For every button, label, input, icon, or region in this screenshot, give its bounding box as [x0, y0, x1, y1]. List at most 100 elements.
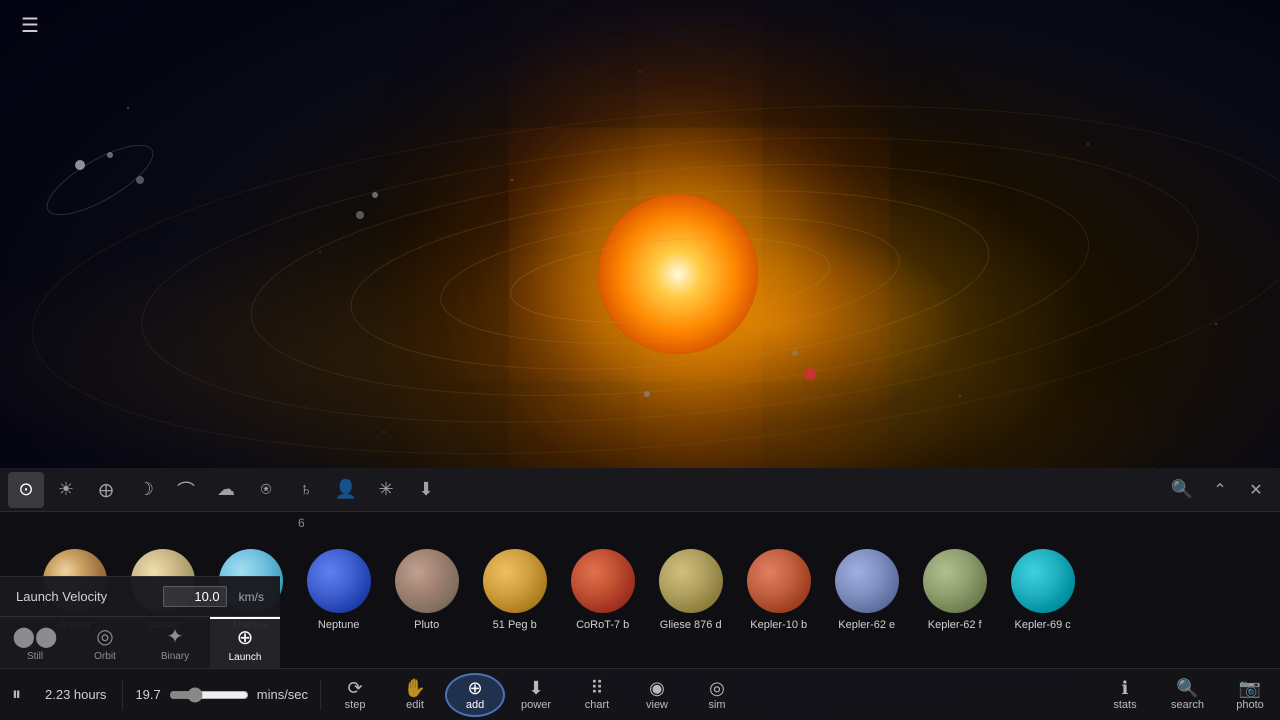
pause-button[interactable]: ⏸ [0, 684, 33, 705]
planet-item-kepler62e[interactable]: Kepler-62 e [823, 545, 911, 635]
tab-still-label: Still [27, 651, 43, 662]
planet-name-corot7b: CoRoT-7 b [576, 619, 629, 631]
planet-sphere-gliese876d [659, 549, 723, 613]
planet-item-kepler10b[interactable]: Kepler-10 b [735, 545, 823, 635]
btn-power[interactable]: ⬇ power [505, 675, 567, 715]
speed-unit: mins/sec [257, 687, 308, 702]
btn-step[interactable]: ⟳ step [325, 675, 385, 715]
edit-icon: ✋ [404, 679, 426, 697]
search-icon: 🔍 [1176, 679, 1198, 697]
view-icon: ◉ [649, 679, 665, 697]
planet-item-corot7b[interactable]: CoRoT-7 b [559, 545, 647, 635]
close-button[interactable]: ✕ [1240, 474, 1272, 506]
expand-button[interactable]: ⌃ [1204, 474, 1236, 506]
power-icon: ⬇ [528, 679, 543, 697]
obj-btn-planet[interactable]: ⊙ [8, 472, 44, 508]
btn-sim[interactable]: ◎ sim [687, 675, 747, 715]
search-label: search [1171, 699, 1204, 711]
planet-item-pluto[interactable]: Pluto [383, 545, 471, 635]
speed-slider[interactable] [169, 687, 249, 703]
planet-sphere-51pegb [483, 549, 547, 613]
planet-name-pluto: Pluto [414, 619, 439, 631]
launch-label: Launch Velocity [16, 589, 151, 604]
search-button-toolbar[interactable]: 🔍 [1164, 472, 1200, 508]
tab-binary[interactable]: ✦ Binary [140, 617, 210, 669]
planet-sphere-kepler62f [923, 549, 987, 613]
btn-view[interactable]: ◉ view [627, 675, 687, 715]
planet-name-51pegb: 51 Peg b [493, 619, 537, 631]
tab-launch[interactable]: ⊕ Launch [210, 617, 280, 669]
obj-btn-particle[interactable]: ✳ [368, 472, 404, 508]
separator-2 [320, 680, 321, 710]
obj-btn-spiral[interactable]: ⍟ [248, 472, 284, 508]
launch-panel: Launch Velocity km/s [0, 576, 280, 616]
planet-sphere-kepler69c [1011, 549, 1075, 613]
launch-icon: ⊕ [237, 625, 254, 650]
object-toolbar: ⊙ ☀ 🜨 ☽ ⌒ ☁ ⍟ ♄ 👤 ✳ ⬇ 🔍 ⌃ ✕ [0, 468, 1280, 512]
time-value: 2.23 hours [45, 687, 106, 702]
binary-icon: ✦ [167, 624, 184, 649]
sim-icon: ◎ [709, 679, 725, 697]
tab-launch-label: Launch [229, 652, 262, 663]
stats-label: stats [1113, 699, 1136, 711]
obj-btn-moon[interactable]: ☽ [128, 472, 164, 508]
planet-name-kepler62f: Kepler-62 f [928, 619, 982, 631]
obj-btn-comet[interactable]: ⌒ [168, 472, 204, 508]
obj-btn-cloud[interactable]: ☁ [208, 472, 244, 508]
btn-photo[interactable]: 📷 photo [1220, 675, 1280, 715]
chart-icon: ⠿ [590, 679, 603, 697]
planet-item-kepler62f[interactable]: Kepler-62 f [911, 545, 999, 635]
planet-item-kepler69c[interactable]: Kepler-69 c [999, 545, 1087, 635]
obj-btn-people[interactable]: 👤 [328, 472, 364, 508]
nav-tabs: ⬤⬤ Still ◎ Orbit ✦ Binary ⊕ Launch [0, 616, 280, 668]
planet-sphere-pluto [395, 549, 459, 613]
obj-btn-gravity[interactable]: ⬇ [408, 472, 444, 508]
edit-label: edit [406, 699, 424, 711]
btn-add[interactable]: ⊕ add [445, 673, 505, 717]
photo-icon: 📷 [1239, 679, 1261, 697]
planet-sphere-kepler62e [835, 549, 899, 613]
obj-btn-sun[interactable]: ☀ [48, 472, 84, 508]
planet-sphere-corot7b [571, 549, 635, 613]
view-label: view [646, 699, 668, 711]
planet-name-kepler62e: Kepler-62 e [838, 619, 895, 631]
planet-item-neptune[interactable]: Neptune [295, 545, 383, 635]
btn-chart[interactable]: ⠿ chart [567, 675, 627, 715]
menu-button[interactable]: ☰ [0, 0, 60, 50]
tab-orbit[interactable]: ◎ Orbit [70, 617, 140, 669]
power-label: power [521, 699, 551, 711]
stats-icon: ℹ [1122, 679, 1129, 697]
planet-sphere-kepler10b [747, 549, 811, 613]
step-icon: ⟳ [348, 679, 363, 697]
speed-value: 19.7 [135, 687, 160, 702]
planet-item-51pegb[interactable]: 51 Peg b [471, 545, 559, 635]
bottom-bar: ⏸ 2.23 hours 19.7 mins/sec ⟳ step ✋ edit… [0, 668, 1280, 720]
photo-label: photo [1236, 699, 1264, 711]
orbital-rings [0, 0, 1280, 480]
step-label: step [345, 699, 366, 711]
obj-btn-earth[interactable]: 🜨 [88, 472, 124, 508]
hamburger-icon: ☰ [21, 13, 39, 38]
add-label: add [466, 699, 484, 711]
obj-btn-saturn[interactable]: ♄ [288, 472, 324, 508]
speed-display: 19.7 mins/sec [127, 687, 316, 703]
orbit-icon: ◎ [96, 624, 113, 649]
btn-stats[interactable]: ℹ stats [1095, 675, 1155, 715]
sim-label: sim [708, 699, 725, 711]
launch-unit: km/s [239, 590, 264, 604]
planet-name-neptune: Neptune [318, 619, 360, 631]
planet-item-gliese876d[interactable]: Gliese 876 d [647, 545, 735, 635]
planet-name-gliese876d: Gliese 876 d [660, 619, 722, 631]
add-icon: ⊕ [468, 679, 483, 697]
still-icon: ⬤⬤ [13, 624, 58, 649]
planet-sphere-neptune [307, 549, 371, 613]
planet-name-kepler10b: Kepler-10 b [750, 619, 807, 631]
time-display: 2.23 hours [33, 687, 118, 702]
btn-search[interactable]: 🔍 search [1155, 675, 1220, 715]
chart-label: chart [585, 699, 609, 711]
tab-still[interactable]: ⬤⬤ Still [0, 617, 70, 669]
launch-velocity-input[interactable] [163, 586, 227, 607]
planet-name-kepler69c: Kepler-69 c [1015, 619, 1071, 631]
btn-edit[interactable]: ✋ edit [385, 675, 445, 715]
tab-binary-label: Binary [161, 651, 189, 662]
